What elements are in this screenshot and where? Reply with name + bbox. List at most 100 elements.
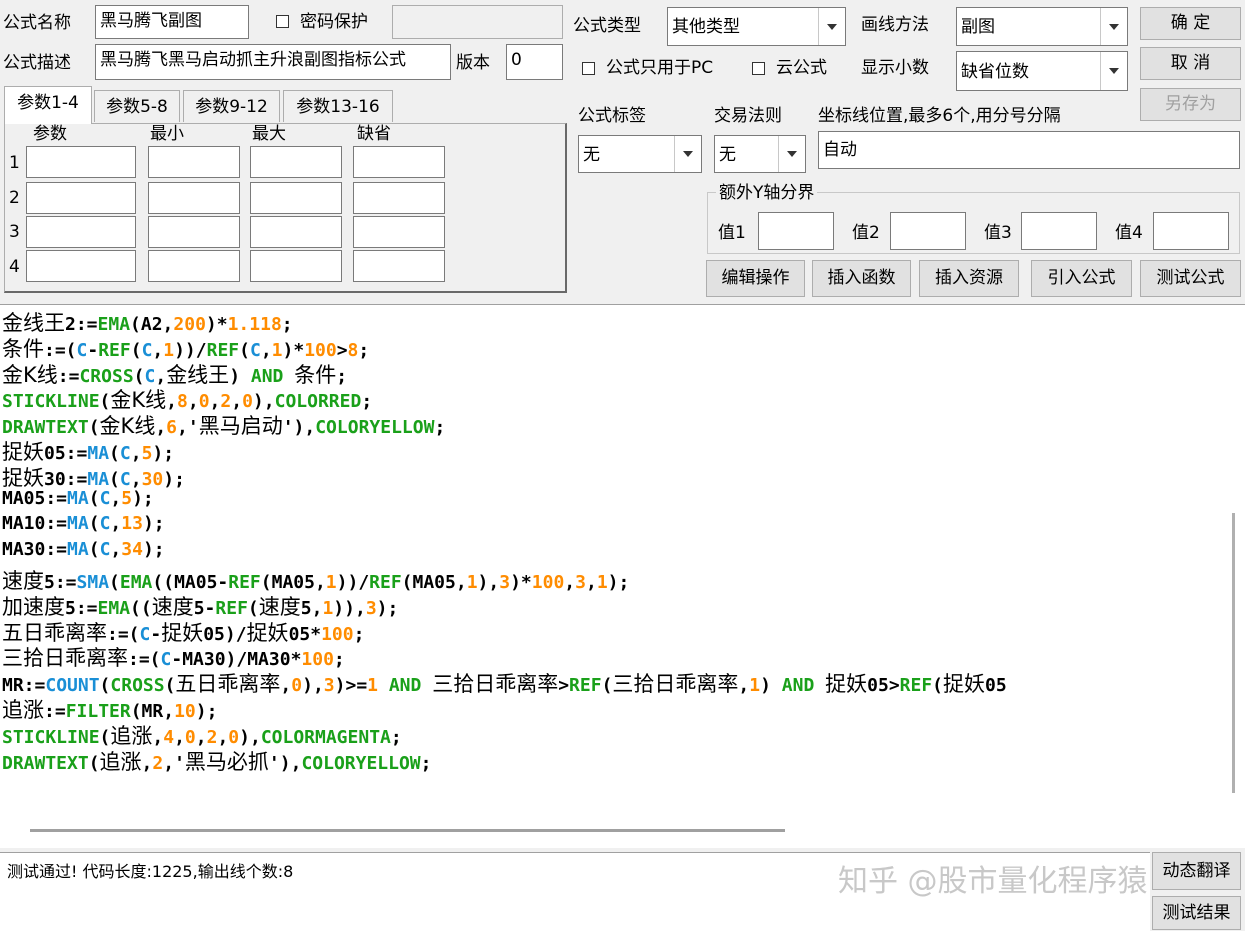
decimals-select[interactable]: 缺省位数	[956, 51, 1128, 91]
param-default-input[interactable]	[353, 182, 445, 214]
password-protect-checkbox[interactable]	[276, 15, 289, 28]
param-default-input[interactable]	[353, 250, 445, 282]
code-token: ),	[302, 675, 324, 697]
code-line: MA30:=MA(C,34);	[2, 539, 165, 560]
pc-only-checkbox[interactable]	[582, 62, 595, 75]
code-token: ,	[141, 752, 153, 774]
version-input[interactable]: 0	[506, 44, 563, 80]
formula-name-input[interactable]: 黑马腾飞副图	[95, 5, 249, 39]
param-min-input[interactable]	[148, 216, 240, 248]
test-formula-button[interactable]: 测试公式	[1140, 260, 1241, 297]
draw-method-select[interactable]: 副图	[956, 7, 1128, 46]
chevron-down-icon[interactable]	[1100, 52, 1127, 90]
status-text: 测试通过! 代码长度:1225,输出线个数:8	[7, 862, 294, 881]
param-name-input[interactable]	[26, 146, 136, 178]
formula-type-label: 公式类型	[573, 16, 641, 36]
chevron-down-icon[interactable]	[818, 8, 845, 45]
code-token: 3	[575, 572, 586, 593]
code-token: 13	[121, 513, 143, 535]
value1-input[interactable]	[758, 212, 834, 250]
dynamic-translate-button[interactable]: 动态翻译	[1152, 852, 1241, 890]
param-min-input[interactable]	[148, 250, 240, 282]
code-token: );	[163, 468, 185, 490]
insert-function-button[interactable]: 插入函数	[812, 260, 911, 297]
code-token: 1	[466, 572, 478, 593]
code-token: 速度	[258, 594, 301, 619]
vertical-scrollbar[interactable]	[1232, 513, 1235, 793]
code-token: MA10:=	[2, 513, 68, 535]
value4-input[interactable]	[1153, 212, 1229, 250]
formula-tag-select[interactable]: 无	[578, 135, 702, 173]
axis-position-input[interactable]: 自动	[818, 131, 1240, 169]
chevron-down-icon[interactable]	[1100, 8, 1127, 45]
horizontal-scrollbar[interactable]	[30, 829, 785, 832]
chevron-down-icon[interactable]	[778, 136, 805, 172]
insert-resource-button[interactable]: 插入资源	[919, 260, 1019, 297]
param-min-input[interactable]	[148, 146, 240, 178]
code-line: MA05:=MA(C,5);	[2, 488, 154, 509]
value2-input[interactable]	[890, 212, 966, 250]
code-token: 2	[152, 752, 164, 774]
tab-params-1-4[interactable]: 参数1-4	[4, 86, 92, 124]
draw-method-label: 画线方法	[861, 15, 929, 35]
cloud-formula-checkbox[interactable]	[752, 62, 765, 75]
param-max-input[interactable]	[250, 182, 342, 214]
value1-label: 值1	[718, 223, 746, 243]
param-max-input[interactable]	[250, 146, 342, 178]
param-default-input[interactable]	[353, 146, 445, 178]
code-token: ),	[477, 572, 500, 593]
param-header-default: 缺省	[357, 124, 391, 144]
formula-type-value: 其他类型	[672, 17, 740, 37]
code-token: '),	[268, 752, 302, 774]
code-token: AND	[388, 675, 422, 697]
password-input[interactable]	[392, 5, 563, 39]
code-token: 加速度	[2, 594, 65, 619]
formula-type-select[interactable]: 其他类型	[667, 7, 846, 46]
code-token: ;	[420, 752, 432, 774]
code-editor[interactable]: 金线王2:=EMA(A2,200)*1.118; 条件:=(C-REF(C,1))…	[0, 304, 1245, 848]
param-default-input[interactable]	[353, 216, 445, 248]
test-result-button[interactable]: 测试结果	[1152, 896, 1241, 930]
code-token: ,	[738, 675, 750, 697]
code-token: (	[88, 752, 100, 774]
code-token: MA30:=	[2, 539, 68, 561]
formula-name-label: 公式名称	[3, 13, 71, 33]
tab-params-5-8[interactable]: 参数5-8	[94, 90, 180, 122]
param-name-input[interactable]	[26, 182, 136, 214]
code-token: 34	[121, 539, 143, 561]
code-token: 捉妖	[2, 465, 44, 490]
param-max-input[interactable]	[250, 216, 342, 248]
code-token: 三拾日乖离率	[432, 672, 559, 697]
tab-params-13-16[interactable]: 参数13-16	[283, 90, 393, 122]
save-as-button[interactable]: 另存为	[1140, 88, 1241, 121]
code-token: MA	[67, 487, 89, 509]
code-token: 捉妖	[2, 440, 44, 464]
value3-input[interactable]	[1021, 212, 1097, 250]
tab-params-9-12[interactable]: 参数9-12	[183, 90, 280, 122]
edit-operations-button[interactable]: 编辑操作	[706, 260, 805, 297]
formula-desc-label: 公式描述	[3, 53, 71, 73]
code-token: 05>	[867, 675, 900, 697]
chevron-down-icon[interactable]	[674, 136, 701, 172]
trade-rule-select[interactable]: 无	[714, 135, 806, 173]
code-token: 追涨	[110, 723, 153, 748]
code-token: 五日乖离率	[2, 620, 107, 645]
import-formula-button[interactable]: 引入公式	[1031, 260, 1132, 297]
code-token: '),	[282, 417, 316, 439]
cancel-button[interactable]: 取 消	[1140, 47, 1241, 80]
watermark: 知乎 @股市量化程序猿	[838, 864, 1148, 899]
code-token: (	[88, 513, 100, 535]
param-max-input[interactable]	[250, 250, 342, 282]
param-min-input[interactable]	[148, 182, 240, 214]
code-token: (	[601, 675, 613, 697]
param-row-number: 1	[9, 153, 20, 173]
param-name-input[interactable]	[26, 216, 136, 248]
ok-button[interactable]: 确 定	[1140, 7, 1241, 40]
param-name-input[interactable]	[26, 250, 136, 282]
formula-tag-label: 公式标签	[578, 106, 646, 126]
code-token: 三拾日乖离率	[2, 646, 128, 671]
code-token: 金线王	[2, 311, 65, 335]
code-token: 8	[347, 339, 359, 361]
formula-desc-input[interactable]: 黑马腾飞黑马启动抓主升浪副图指标公式	[95, 44, 451, 80]
